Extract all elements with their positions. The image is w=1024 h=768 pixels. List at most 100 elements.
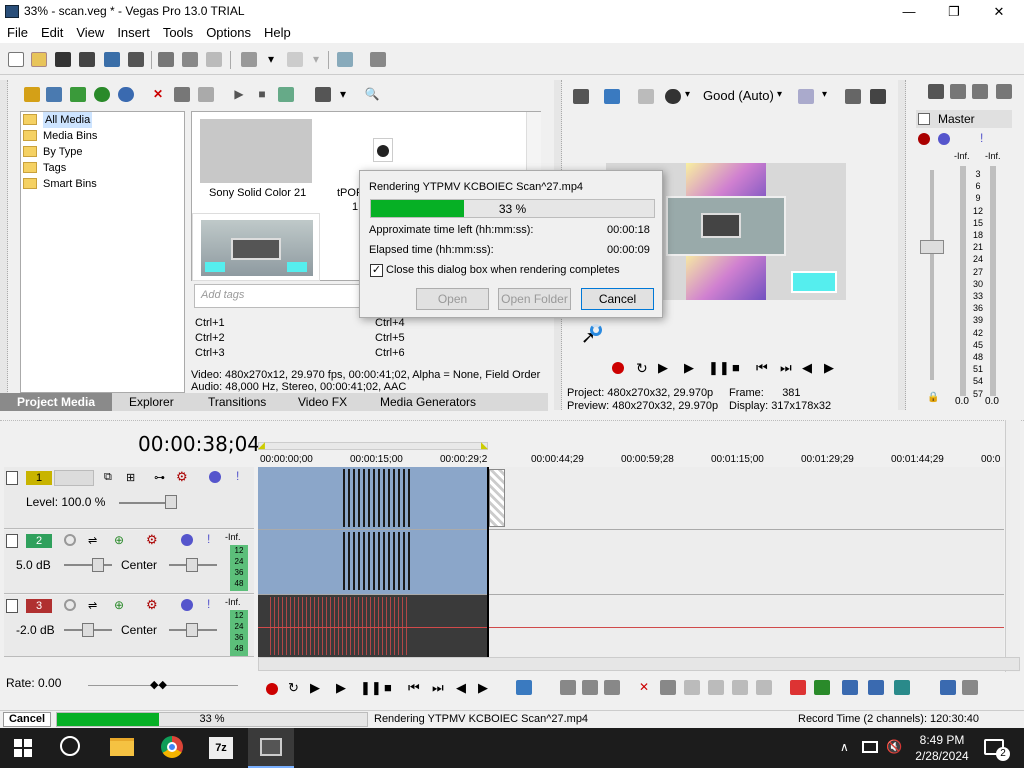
master-properties-icon[interactable] [928,84,944,99]
views-dropdown-icon[interactable]: ▾ [338,87,348,102]
open-icon[interactable] [31,52,47,67]
undo-icon[interactable] [241,52,257,67]
master-mute-icon[interactable] [938,133,950,145]
start-windows-icon[interactable] [14,739,32,757]
show-hidden-icons-icon[interactable]: ∧ [840,740,849,754]
volume-slider-handle[interactable] [82,623,94,637]
import-media-icon[interactable] [24,87,40,102]
pan-slider-handle[interactable] [186,623,198,637]
save-snapshot-icon[interactable] [870,89,886,104]
record-icon[interactable] [266,683,278,695]
previous-frame-icon[interactable]: ◀ [456,680,466,696]
views-icon[interactable] [315,87,331,102]
play-icon[interactable]: ▶ [684,360,694,376]
composite-mode-icon[interactable]: ⧉ [104,471,112,484]
master-fader-track[interactable] [930,170,934,380]
pause-icon[interactable]: ❚❚ [360,680,382,696]
split-icon[interactable] [732,680,748,695]
track-menu-icon[interactable] [6,599,18,613]
close-when-done-checkbox[interactable]: ✓ [370,264,383,277]
tree-item-tags[interactable]: Tags [23,160,66,176]
video-fx-icon[interactable] [638,89,654,104]
track-name-field[interactable] [54,470,94,486]
timeline-horizontal-scrollbar[interactable] [258,657,1020,671]
trim-end-icon[interactable] [708,680,724,695]
search-icon[interactable] [60,736,80,756]
whats-this-help-icon[interactable] [370,52,386,67]
render-as-icon[interactable] [104,52,120,67]
play-from-start-icon[interactable]: ▶ [310,680,320,696]
status-cancel-button[interactable]: Cancel [3,712,51,727]
next-frame-icon[interactable]: ▶ [478,680,488,696]
envelope-tool-icon[interactable] [560,680,576,695]
parent-composite-icon[interactable]: ⊞ [126,471,135,484]
menu-edit[interactable]: Edit [34,23,69,40]
copy-snapshot-icon[interactable] [845,89,861,104]
rate-slider-handle[interactable]: ◆◆ [150,678,167,691]
notification-center-icon[interactable]: 2 [984,739,1010,761]
preview-properties-icon[interactable] [573,89,589,104]
motion-icon[interactable]: ⊶ [154,471,165,484]
delete-icon[interactable]: ✕ [636,680,652,695]
automation-icon[interactable]: ⊕ [114,598,124,612]
7zip-icon[interactable]: 7z [209,737,233,759]
zoom-search-icon[interactable]: 🔍 [364,87,380,102]
mute-icon[interactable] [181,599,193,611]
solo-icon[interactable]: ! [207,532,210,546]
lock-faders-icon[interactable] [996,84,1012,99]
media-thumbnail-solid-color[interactable] [200,119,312,183]
arm-record-icon[interactable] [64,534,76,546]
maximize-button[interactable]: ❐ [931,0,977,23]
external-monitor-icon[interactable] [604,89,620,104]
track-fx-icon[interactable]: ⚙ [176,469,188,485]
volume-slider-handle[interactable] [92,558,104,572]
overlays-icon[interactable] [798,89,814,104]
play-from-start-icon[interactable]: ▶ [658,360,668,376]
stop-preview-icon[interactable]: ■ [254,87,270,102]
invert-phase-icon[interactable]: ⇌ [88,599,97,612]
auto-crossfade-icon[interactable] [868,680,884,695]
get-media-icon[interactable] [70,87,86,102]
selection-tool-icon[interactable] [582,680,598,695]
stop-icon[interactable]: ■ [384,680,392,695]
tree-item-smart-bins[interactable]: Smart Bins [23,176,97,192]
track-fx-icon[interactable]: ⚙ [146,532,158,548]
go-to-end-icon[interactable]: ⏭ [780,360,792,376]
media-file-icon[interactable] [373,138,393,162]
go-to-end-icon[interactable]: ⏭ [432,680,444,696]
loop-end-marker[interactable]: ◣ [481,440,488,451]
capture-video-icon[interactable] [46,87,62,102]
lock-icon[interactable]: 🔒 [927,392,939,403]
track-menu-icon[interactable] [6,471,18,485]
go-to-start-icon[interactable]: ⏮ [408,680,420,696]
file-explorer-icon[interactable] [110,738,134,756]
pause-icon[interactable]: ❚❚ [708,360,730,376]
start-preview-icon[interactable]: ▶ [231,87,247,102]
record-icon[interactable] [612,362,624,374]
loop-playback-icon[interactable]: ↻ [288,680,299,696]
menu-insert[interactable]: Insert [110,23,156,40]
track-area[interactable] [258,467,1004,657]
pan-slider-handle[interactable] [186,558,198,572]
tab-media-generators[interactable]: Media Generators [380,393,476,411]
stop-icon[interactable]: ■ [732,360,740,375]
play-icon[interactable]: ▶ [336,680,346,696]
invert-phase-icon[interactable]: ⇌ [88,534,97,547]
timeline-vertical-scrollbar[interactable] [1005,420,1020,672]
mute-icon[interactable] [181,534,193,546]
redo-icon[interactable] [287,52,303,67]
trim-icon[interactable] [660,680,676,695]
split-screen-icon[interactable] [665,89,681,104]
quality-dropdown-icon[interactable]: ▾ [777,89,782,100]
master-fader-handle[interactable] [920,240,944,254]
media-properties-icon[interactable] [174,87,190,102]
zoom-tool-icon[interactable] [604,680,620,695]
track-fx-icon[interactable]: ⚙ [146,597,158,613]
undo-dropdown-icon[interactable]: ▾ [268,52,276,67]
lock-envelopes-icon[interactable] [940,680,956,695]
network-icon[interactable] [862,741,878,753]
volume-slider[interactable] [64,564,112,566]
tree-item-media-bins[interactable]: Media Bins [23,128,97,144]
auto-ripple-icon[interactable] [842,680,858,695]
close-button[interactable]: ✕ [976,0,1022,23]
